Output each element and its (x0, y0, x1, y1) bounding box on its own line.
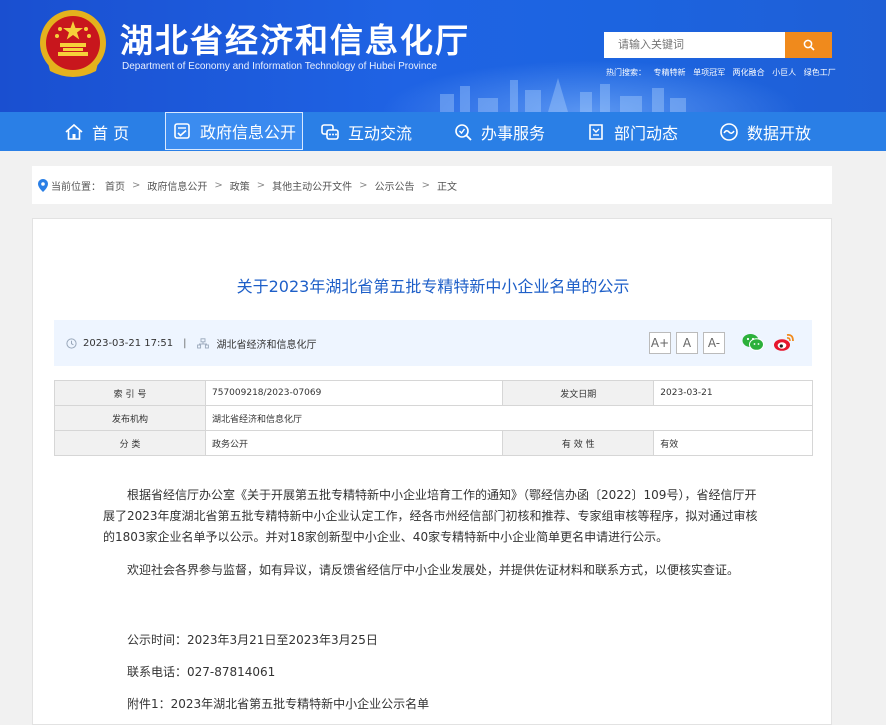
nav-item-news[interactable]: 部门动态 (586, 112, 678, 151)
notice-period: 公示时间：2023年3月21日至2023年3月25日 (127, 633, 378, 647)
breadcrumb-link[interactable]: 其他主动公开文件 (272, 178, 352, 193)
hot-link[interactable]: 小巨人 (772, 68, 796, 77)
site-subtitle: Department of Economy and Information Te… (122, 61, 437, 72)
search-service-icon (455, 123, 472, 141)
nav-item-services[interactable]: 办事服务 (453, 112, 545, 151)
news-icon (589, 123, 603, 140)
date-label: 发文日期 (502, 380, 655, 406)
hot-link[interactable]: 绿色工厂 (804, 68, 836, 77)
site-header: 湖北省经济和信息化厅 Department of Economy and Inf… (0, 0, 886, 112)
hot-link[interactable]: 专精特新 (654, 68, 686, 77)
home-icon (65, 123, 83, 140)
article-meta-bar: 2023-03-21 17:51 | 湖北省经济和信息化厅 A+ A A- (54, 320, 812, 366)
hot-link[interactable]: 单项冠军 (693, 68, 725, 77)
breadcrumb-link[interactable]: 政府信息公开 (147, 178, 207, 193)
body-paragraph: 欢迎社会各界参与监督，如有异议，请反馈省经信厅中小企业发展处，并提供佐证材料和联… (127, 563, 740, 577)
article-title: 关于2023年湖北省第五批专精特新中小企业名单的公示 (236, 277, 630, 296)
nav-item-home[interactable]: 首 页 (64, 112, 129, 151)
article-publisher: 湖北省经济和信息化厅 (216, 339, 317, 351)
breadcrumb-separator: > (132, 179, 141, 191)
breadcrumb-label: 当前位置： (51, 181, 101, 193)
national-emblem-icon (40, 10, 106, 77)
article-info-table: 索 引 号 757009218/2023-07069 发文日期 2023-03-… (54, 380, 813, 456)
weibo-icon[interactable] (773, 332, 795, 352)
validity-value: 有效 (653, 430, 813, 456)
breadcrumb-link[interactable]: 公示公告 (375, 178, 415, 193)
issuer-value: 湖北省经济和信息化厅 (205, 405, 813, 431)
clock-icon (66, 337, 77, 349)
attachment-link[interactable]: 附件1：2023年湖北省第五批专精特新中小企业公示名单 (103, 694, 763, 715)
meta-divider: | (183, 337, 187, 349)
breadcrumb: 当前位置： 首页 > 政府信息公开 > 政策 > 其他主动公开文件 > 公示公告… (32, 166, 832, 204)
table-row: 发布机构 湖北省经济和信息化厅 (54, 405, 813, 431)
nav-label: 办事服务 (481, 123, 546, 143)
font-reset-button[interactable]: A (676, 332, 698, 354)
document-check-icon (174, 123, 190, 139)
body-paragraph: 根据省经信厅办公室《关于开展第五批专精特新中小企业培育工作的通知》（鄂经信办函〔… (103, 488, 758, 544)
index-label: 索 引 号 (54, 380, 206, 406)
table-row: 分 类 政务公开 有 效 性 有效 (54, 430, 813, 456)
font-increase-button[interactable]: A+ (649, 332, 671, 354)
category-value: 政务公开 (204, 430, 504, 456)
main-nav: 首 页 政府信息公开 互动交流 办事服务 部门动态 数据开放 (0, 112, 886, 151)
breadcrumb-separator: > (421, 179, 430, 191)
nav-label: 部门动态 (614, 123, 679, 143)
nav-item-data[interactable]: 数据开放 (719, 112, 811, 151)
breadcrumb-link[interactable]: 政策 (230, 178, 250, 193)
nav-label: 数据开放 (747, 123, 812, 143)
breadcrumb-link[interactable]: 首页 (105, 178, 125, 193)
search-input[interactable] (604, 32, 785, 58)
nav-item-interaction[interactable]: 互动交流 (320, 112, 412, 151)
date-value: 2023-03-21 (653, 380, 813, 406)
font-decrease-button[interactable]: A- (703, 332, 725, 354)
hot-search: 热门搜索： 专精特新 单项冠军 两化融合 小巨人 绿色工厂 (606, 67, 841, 78)
nav-label: 首 页 (92, 123, 130, 143)
article-datetime: 2023-03-21 17:51 (83, 337, 174, 349)
contact-phone: 联系电话：027-87814061 (127, 665, 276, 679)
location-pin-icon (38, 178, 48, 192)
search-button[interactable] (785, 32, 832, 58)
nav-label: 政府信息公开 (200, 123, 297, 142)
category-label: 分 类 (54, 430, 206, 456)
breadcrumb-separator: > (214, 179, 223, 191)
breadcrumb-current: 正文 (436, 181, 457, 193)
issuer-label: 发布机构 (54, 405, 206, 431)
nav-item-gov-info[interactable]: 政府信息公开 (165, 112, 304, 150)
breadcrumb-separator: > (256, 179, 266, 191)
breadcrumb-separator: > (359, 179, 368, 191)
article-body: 根据省经信厅办公室《关于开展第五批专精特新中小企业培育工作的通知》（鄂经信办函〔… (103, 485, 763, 711)
publisher-icon (196, 337, 209, 348)
site-title[interactable]: 湖北省经济和信息化厅 (120, 14, 470, 62)
hot-search-label: 热门搜索： (606, 68, 646, 77)
skyline-decoration (440, 78, 686, 112)
article-panel: 关于2023年湖北省第五批专精特新中小企业名单的公示 2023-03-21 17… (32, 218, 832, 725)
search-icon (803, 39, 815, 51)
table-row: 索 引 号 757009218/2023-07069 发文日期 2023-03-… (54, 380, 813, 406)
index-value: 757009218/2023-07069 (204, 380, 504, 406)
nav-label: 互动交流 (348, 123, 413, 143)
validity-label: 有 效 性 (502, 430, 655, 456)
hot-link[interactable]: 两化融合 (733, 68, 765, 77)
chat-icon (321, 123, 339, 140)
wechat-icon[interactable] (742, 333, 764, 352)
data-wave-icon (720, 122, 738, 141)
